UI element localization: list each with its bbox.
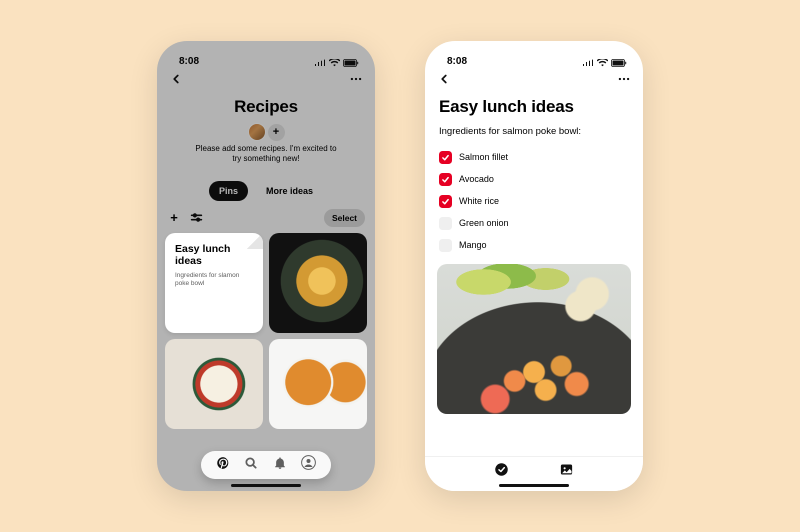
checkbox-icon[interactable] <box>439 239 452 252</box>
note-title: Easy lunch ideas <box>175 243 253 267</box>
pinterest-icon[interactable] <box>216 456 230 475</box>
pin-card[interactable] <box>165 339 263 429</box>
back-icon[interactable] <box>437 72 451 91</box>
status-bar: 8:08 <box>425 41 643 67</box>
note-subtitle: Ingredients for slamon poke bowl <box>175 272 253 288</box>
ingredient-row[interactable]: White rice <box>439 190 629 212</box>
ingredient-row[interactable]: Mango <box>439 234 629 256</box>
checkbox-icon[interactable] <box>439 173 452 186</box>
ingredient-label: Mango <box>459 240 487 250</box>
status-time: 8:08 <box>447 56 467 67</box>
back-icon[interactable] <box>169 72 183 91</box>
tabs: Pins More ideas <box>157 171 375 209</box>
checkbox-icon[interactable] <box>439 195 452 208</box>
nav-bar <box>157 67 375 95</box>
ingredient-label: Salmon fillet <box>459 152 508 162</box>
status-time: 8:08 <box>179 56 199 67</box>
image-icon[interactable] <box>559 462 574 482</box>
board-header: Recipes + Please add some recipes. I'm e… <box>157 95 375 171</box>
phone-board-view: 8:08 Recipes + Please add some recipes. … <box>157 41 375 491</box>
ingredient-label: Green onion <box>459 218 509 228</box>
checkbox-icon[interactable] <box>439 217 452 230</box>
ingredient-row[interactable]: Salmon fillet <box>439 146 629 168</box>
bottom-nav <box>201 451 331 479</box>
add-collaborator-icon[interactable]: + <box>268 124 285 141</box>
hero-image[interactable] <box>437 264 631 414</box>
notifications-icon[interactable] <box>273 456 287 475</box>
status-bar: 8:08 <box>157 41 375 67</box>
ingredient-label: Avocado <box>459 174 494 184</box>
status-icons <box>314 59 359 67</box>
phone-note-detail: 8:08 Easy lunch ideas Ingredients for sa… <box>425 41 643 491</box>
more-icon[interactable] <box>349 72 363 91</box>
status-icons <box>582 59 627 67</box>
ingredient-row[interactable]: Green onion <box>439 212 629 234</box>
board-grid: Easy lunch ideas Ingredients for slamon … <box>157 233 375 429</box>
checkbox-icon[interactable] <box>439 151 452 164</box>
add-icon[interactable]: + <box>167 211 181 225</box>
ingredients-list: Salmon fillet Avocado White rice Green onio… <box>439 146 629 256</box>
tab-more-ideas[interactable]: More ideas <box>256 181 323 201</box>
ingredient-row[interactable]: Avocado <box>439 168 629 190</box>
pin-card[interactable] <box>269 339 367 429</box>
note-title: Easy lunch ideas <box>439 97 629 117</box>
select-button[interactable]: Select <box>324 209 365 227</box>
note-card[interactable]: Easy lunch ideas Ingredients for slamon … <box>165 233 263 333</box>
profile-icon[interactable] <box>301 455 316 475</box>
collaborators[interactable]: + <box>169 123 363 141</box>
note-subtitle: Ingredients for salmon poke bowl: <box>439 126 629 137</box>
home-indicator <box>231 484 301 488</box>
board-description: Please add some recipes. I'm excited to … <box>169 141 363 165</box>
search-icon[interactable] <box>244 456 258 475</box>
board-toolbar: + Select <box>157 209 375 233</box>
board-title: Recipes <box>169 97 363 117</box>
checklist-icon[interactable] <box>494 462 509 482</box>
avatar <box>248 123 266 141</box>
note-detail: Easy lunch ideas Ingredients for salmon … <box>425 97 643 256</box>
ingredient-label: White rice <box>459 196 499 206</box>
tab-pins[interactable]: Pins <box>209 181 248 201</box>
more-icon[interactable] <box>617 72 631 91</box>
organize-icon[interactable] <box>189 211 203 225</box>
nav-bar <box>425 67 643 95</box>
home-indicator <box>499 484 569 488</box>
pin-card[interactable] <box>269 233 367 333</box>
